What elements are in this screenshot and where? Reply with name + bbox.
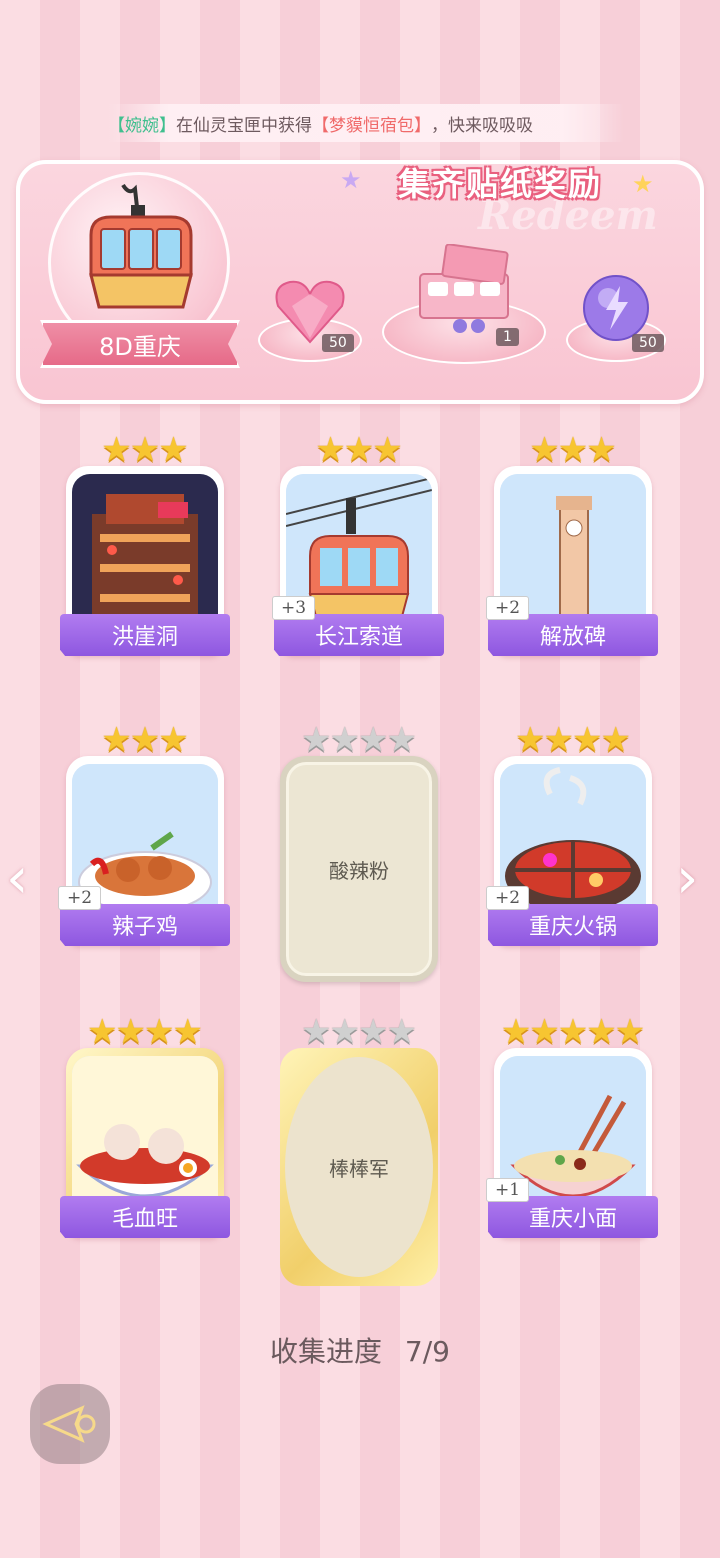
- card-label: 棒棒军: [329, 1156, 389, 1181]
- star-filled-icon: ★: [129, 720, 161, 760]
- star-filled-icon: ★: [557, 430, 589, 470]
- sticker-card[interactable]: 酸辣粉 ★ ★ ★ ★: [274, 720, 444, 982]
- ticker-tail: ，快来吸吸吸: [431, 115, 533, 136]
- star-filled-icon: ★: [572, 720, 603, 760]
- reward-count: 50: [322, 334, 354, 352]
- star-filled-icon: ★: [101, 430, 132, 470]
- star-rating: ★ ★ ★ ★: [274, 720, 444, 760]
- progress-value: 7/9: [404, 1335, 450, 1368]
- star-rating: ★ ★ ★ ★: [488, 720, 658, 760]
- star-empty-icon: ★: [329, 720, 360, 760]
- star-filled-icon: ★: [101, 720, 132, 760]
- sticker-card[interactable]: 棒棒军 ★ ★ ★ ★: [274, 1012, 444, 1286]
- star-filled-icon: ★: [529, 1012, 560, 1052]
- star-filled-icon: ★: [600, 720, 631, 760]
- sticker-card[interactable]: 辣子鸡 +2 ★ ★ ★: [58, 720, 230, 946]
- locked-card-frame: 棒棒军: [280, 1048, 438, 1286]
- star-empty-icon: ★: [386, 720, 417, 760]
- back-arrow-icon: [42, 1405, 96, 1443]
- collection-progress: 收集进度 7/9: [0, 1330, 720, 1370]
- sticker-card[interactable]: 洪崖洞 ★ ★ ★: [60, 430, 230, 656]
- star-filled-icon: ★: [586, 1012, 617, 1052]
- star-empty-icon: ★: [329, 1012, 360, 1052]
- card-label: 酸辣粉: [329, 858, 389, 883]
- star-empty-icon: ★: [358, 720, 389, 760]
- duplicate-count-badge: +2: [486, 886, 530, 910]
- star-filled-icon: ★: [158, 430, 189, 470]
- sticker-card[interactable]: 解放碑 +2 ★ ★ ★: [486, 430, 658, 656]
- star-rating: ★ ★ ★: [274, 430, 444, 470]
- reward-count: 50: [632, 334, 664, 352]
- star-filled-icon: ★: [172, 1012, 203, 1052]
- star-rating: ★ ★ ★: [488, 430, 658, 470]
- star-filled-icon: ★: [557, 1012, 589, 1052]
- star-filled-icon: ★: [158, 720, 189, 760]
- star-rating: ★ ★ ★: [60, 720, 230, 760]
- star-filled-icon: ★: [343, 430, 375, 470]
- card-label: 毛血旺: [60, 1196, 230, 1238]
- star-rating: ★ ★ ★ ★: [60, 1012, 230, 1052]
- star-filled-icon: ★: [614, 1012, 646, 1052]
- set-name-ribbon: 8D重庆: [40, 320, 240, 368]
- card-label: 辣子鸡: [60, 904, 230, 946]
- star-filled-icon: ★: [515, 720, 546, 760]
- star-rating: ★ ★ ★ ★ ★: [488, 1012, 658, 1052]
- card-label: 洪崖洞: [60, 614, 230, 656]
- star-filled-icon: ★: [315, 430, 346, 470]
- star-empty-icon: ★: [358, 1012, 389, 1052]
- star-empty-icon: ★: [301, 1012, 332, 1052]
- star-empty-icon: ★: [386, 1012, 417, 1052]
- duplicate-count-badge: +2: [58, 886, 102, 910]
- star-filled-icon: ★: [500, 1012, 532, 1052]
- card-label: 长江索道: [274, 614, 444, 656]
- star-filled-icon: ★: [87, 1012, 118, 1052]
- card-label: 重庆火锅: [488, 904, 658, 946]
- back-button[interactable]: [30, 1384, 110, 1464]
- sticker-card[interactable]: 毛血旺 ★ ★ ★ ★: [60, 1012, 230, 1238]
- star-filled-icon: ★: [115, 1012, 146, 1052]
- star-empty-icon: ★: [301, 720, 332, 760]
- sticker-card[interactable]: 重庆火锅 +2 ★ ★ ★ ★: [486, 720, 658, 946]
- locked-oval: 棒棒军: [285, 1057, 433, 1277]
- sticker-card[interactable]: 重庆小面 +1 ★ ★ ★ ★ ★: [486, 1012, 658, 1238]
- star-filled-icon: ★: [144, 1012, 175, 1052]
- locked-card-frame: 酸辣粉: [280, 756, 438, 982]
- card-label: 重庆小面: [488, 1196, 658, 1238]
- duplicate-count-badge: +1: [486, 1178, 530, 1202]
- star-filled-icon: ★: [372, 430, 403, 470]
- star-filled-icon: ★: [529, 430, 560, 470]
- star-filled-icon: ★: [543, 720, 574, 760]
- banner-title: 集齐贴纸奖励: [397, 165, 602, 203]
- ticker-item-name: 【梦貘恒宿包】: [312, 115, 431, 136]
- star-filled-icon: ★: [129, 430, 161, 470]
- card-label: 解放碑: [488, 614, 658, 656]
- decor-star-icon: ★: [340, 166, 362, 194]
- next-page-arrow-icon[interactable]: ›: [676, 846, 698, 911]
- star-filled-icon: ★: [586, 430, 617, 470]
- star-rating: ★ ★ ★ ★: [274, 1012, 444, 1052]
- duplicate-count-badge: +2: [486, 596, 530, 620]
- prev-page-arrow-icon[interactable]: ‹: [6, 846, 28, 911]
- sticker-card[interactable]: 长江索道 +3 ★ ★ ★: [272, 430, 444, 656]
- reward-count: 1: [496, 328, 519, 346]
- announcement-ticker: 【婉婉】 在仙灵宝匣中获得 【梦貘恒宿包】 ，快来吸吸吸: [108, 104, 624, 142]
- progress-label: 收集进度: [270, 1335, 383, 1368]
- duplicate-count-badge: +3: [272, 596, 316, 620]
- ticker-text: 在仙灵宝匣中获得: [176, 115, 312, 136]
- gift-box-icon[interactable]: [414, 244, 514, 334]
- star-rating: ★ ★ ★: [60, 430, 230, 470]
- ticker-player-name: 【婉婉】: [108, 115, 176, 136]
